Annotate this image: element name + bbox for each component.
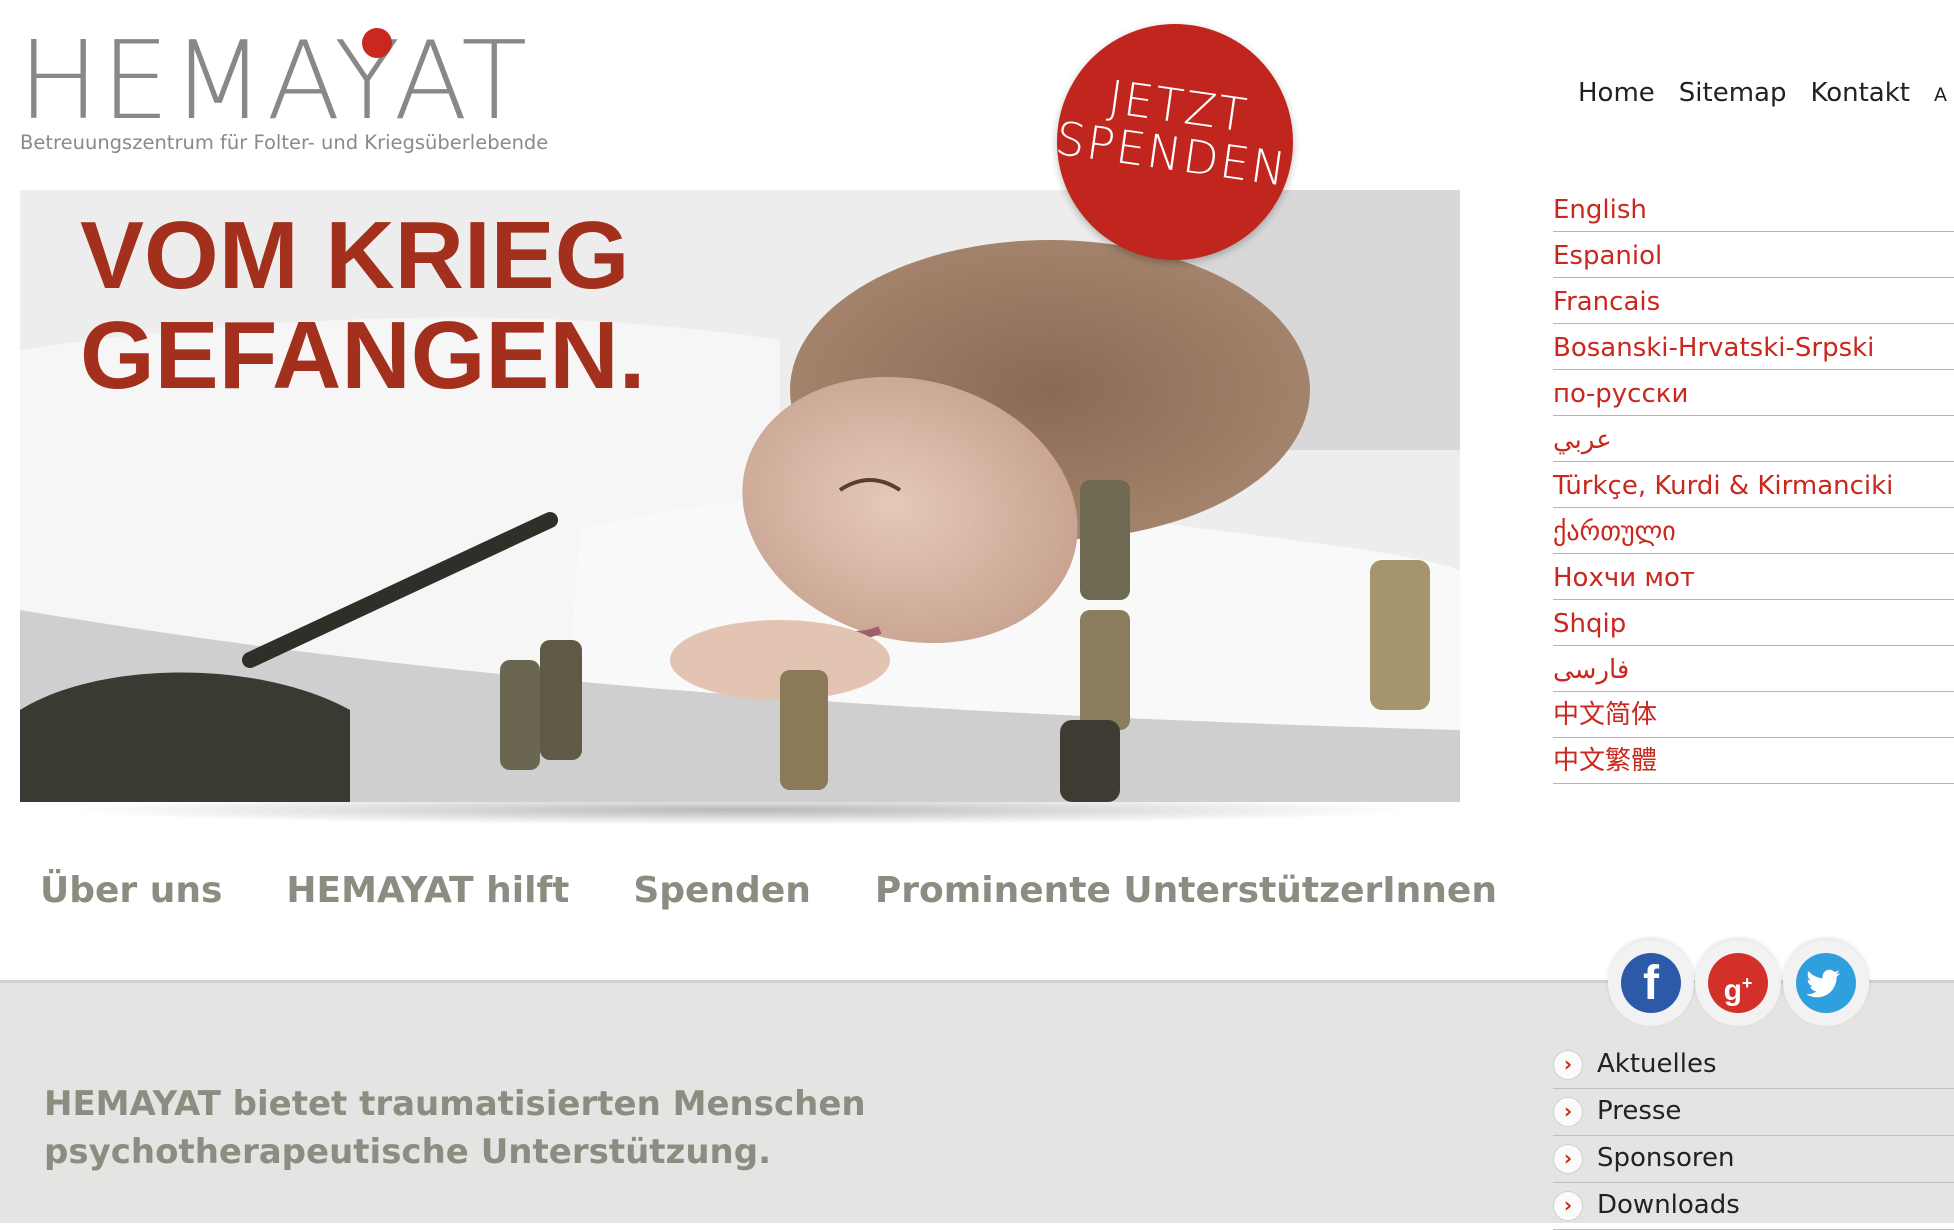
language-link-farsi[interactable]: فارسی: [1553, 655, 1629, 685]
side-link-item: › Downloads: [1553, 1183, 1954, 1230]
hero-headline: VOM KRIEG GEFANGEN.: [80, 206, 645, 406]
side-link-aktuelles[interactable]: Aktuelles: [1597, 1049, 1717, 1079]
hero-headline-line: GEFANGEN.: [80, 302, 646, 409]
side-link-downloads[interactable]: Downloads: [1597, 1190, 1740, 1220]
main-nav-spenden[interactable]: Spenden: [633, 870, 811, 911]
language-item: عربي: [1553, 416, 1954, 462]
language-item: Shqip: [1553, 600, 1954, 646]
nav-home-link[interactable]: Home: [1578, 78, 1655, 108]
language-link-bhs[interactable]: Bosanski-Hrvatski-Srpski: [1553, 333, 1874, 363]
main-nav: Über uns HEMAYAT hilft Spenden Prominent…: [40, 870, 1561, 911]
main-nav-ueber-uns[interactable]: Über uns: [40, 870, 222, 911]
nav-kontakt-link[interactable]: Kontakt: [1810, 78, 1910, 108]
language-link-chinese-simplified[interactable]: 中文简体: [1553, 694, 1657, 731]
logo-figure-icon: [362, 28, 392, 58]
language-item: فارسی: [1553, 646, 1954, 692]
language-item: по-русски: [1553, 370, 1954, 416]
language-item: Espaniol: [1553, 232, 1954, 278]
language-link-chechen[interactable]: Нохчи мот: [1553, 563, 1695, 593]
chevron-right-icon: ›: [1553, 1191, 1583, 1221]
nav-sitemap-link[interactable]: Sitemap: [1679, 78, 1787, 108]
language-link-chinese-traditional[interactable]: 中文繁體: [1553, 740, 1657, 777]
facebook-icon: f: [1621, 953, 1681, 1013]
language-item: 中文简体: [1553, 692, 1954, 738]
chevron-right-icon: ›: [1553, 1050, 1583, 1080]
language-link-georgian[interactable]: ქართული: [1553, 517, 1676, 547]
hero-banner: VOM KRIEG GEFANGEN.: [20, 190, 1460, 802]
chevron-right-icon: ›: [1553, 1144, 1583, 1174]
main-nav-hemayat-hilft[interactable]: HEMAYAT hilft: [286, 870, 569, 911]
top-nav: Home Sitemap Kontakt A A: [1578, 78, 1954, 108]
font-size-small-button[interactable]: A: [1934, 84, 1947, 106]
language-item: English: [1553, 186, 1954, 232]
intro-tagline-line: psychotherapeutische Unterstützung.: [44, 1132, 771, 1172]
side-link-sponsoren[interactable]: Sponsoren: [1597, 1143, 1734, 1173]
intro-tagline-line: HEMAYAT bietet traumatisierten Menschen: [44, 1084, 866, 1124]
chevron-right-icon: ›: [1553, 1097, 1583, 1127]
logo-wordmark: HEMAYAT: [18, 19, 530, 144]
hero-headline-line: VOM KRIEG: [80, 202, 630, 309]
language-item: Нохчи мот: [1553, 554, 1954, 600]
language-link-turkish-kurdish[interactable]: Türkçe, Kurdi & Kirmanciki: [1553, 471, 1893, 501]
intro-tagline: HEMAYAT bietet traumatisierten Menschen …: [44, 1080, 866, 1176]
side-link-item: › Presse: [1553, 1089, 1954, 1136]
language-item: Bosanski-Hrvatski-Srpski: [1553, 324, 1954, 370]
language-item: 中文繁體: [1553, 738, 1954, 784]
language-link-francais[interactable]: Francais: [1553, 287, 1660, 317]
logo-tagline: Betreuungszentrum für Folter- und Kriegs…: [20, 131, 549, 154]
facebook-button[interactable]: f: [1608, 940, 1694, 1026]
language-item: Türkçe, Kurdi & Kirmanciki: [1553, 462, 1954, 508]
side-link-presse[interactable]: Presse: [1597, 1096, 1681, 1126]
language-item: Francais: [1553, 278, 1954, 324]
side-links: › Aktuelles › Presse › Sponsoren › Downl…: [1553, 1042, 1954, 1230]
side-link-item: › Aktuelles: [1553, 1042, 1954, 1089]
side-link-item: › Sponsoren: [1553, 1136, 1954, 1183]
language-link-espaniol[interactable]: Espaniol: [1553, 241, 1662, 271]
main-nav-prominente[interactable]: Prominente UnterstützerInnen: [875, 870, 1497, 911]
language-link-arabic[interactable]: عربي: [1553, 425, 1612, 455]
google-plus-icon: g+: [1708, 953, 1768, 1013]
language-link-albanian[interactable]: Shqip: [1553, 609, 1626, 639]
language-link-english[interactable]: English: [1553, 195, 1647, 225]
site-logo[interactable]: HEMAYAT Betreuungszentrum für Folter- un…: [18, 19, 548, 158]
twitter-icon: [1796, 953, 1856, 1013]
twitter-button[interactable]: [1783, 940, 1869, 1026]
language-item: ქართული: [1553, 508, 1954, 554]
language-link-russian[interactable]: по-русски: [1553, 379, 1688, 409]
language-list: English Espaniol Francais Bosanski-Hrvat…: [1553, 186, 1954, 784]
google-plus-button[interactable]: g+: [1695, 940, 1781, 1026]
donate-now-button[interactable]: JETZT SPENDEN: [1052, 24, 1293, 260]
